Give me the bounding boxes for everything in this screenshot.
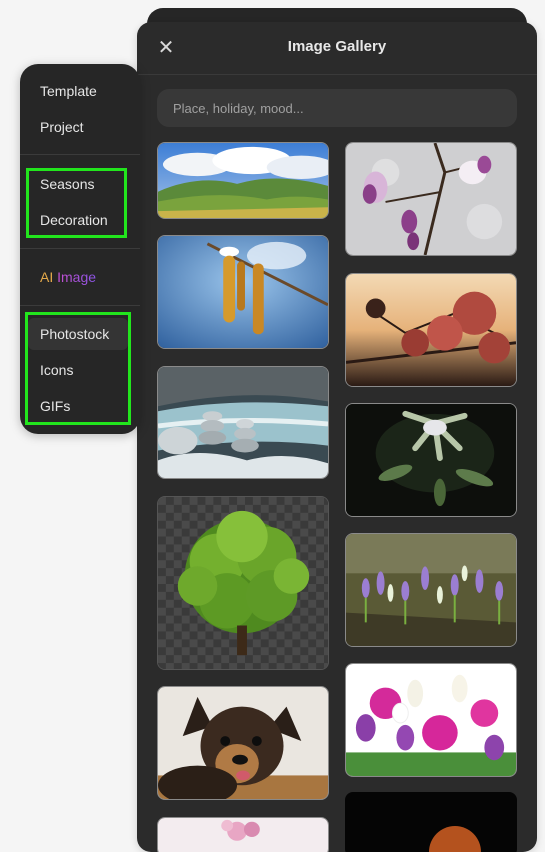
highlight-box-photostock-icons-gifs (25, 312, 131, 425)
thumbnail-tree-transparent[interactable] (157, 496, 329, 670)
thumbnail-rhododendron-dark[interactable] (345, 403, 517, 517)
menu-item-project[interactable]: Project (40, 119, 84, 135)
thumbnail-catkins-snow[interactable] (157, 235, 329, 349)
menu-divider (20, 305, 140, 306)
ai-label: AI (40, 269, 54, 285)
menu-item-ai-image[interactable]: AI Image (40, 269, 96, 285)
thumbnail-red-flowers-sunset[interactable] (345, 273, 517, 387)
thumbnail-rose-tulip-bouquet[interactable] (345, 663, 517, 777)
menu-divider (20, 248, 140, 249)
thumbnail-dog-portrait[interactable] (157, 686, 329, 800)
highlight-box-seasons-decoration (26, 168, 127, 238)
menu-item-template[interactable]: Template (40, 83, 97, 99)
thumbnail-moon-partial[interactable] (345, 792, 517, 852)
thumbnail-crocus-field[interactable] (345, 533, 517, 647)
thumbnail-stone-stacks-river[interactable] (157, 366, 329, 479)
thumbnail-pink-flowers-partial[interactable] (157, 817, 329, 852)
panel-header: ✕ Image Gallery (137, 22, 537, 75)
thumbnail-magnolia-blossoms[interactable] (345, 142, 517, 256)
menu-divider (20, 154, 140, 155)
panel-title: Image Gallery (287, 38, 387, 55)
thumbnail-mountain-landscape[interactable] (157, 142, 329, 219)
image-label: Image (57, 269, 97, 285)
image-gallery-panel: ✕ Image Gallery (137, 22, 537, 852)
search-input[interactable] (157, 89, 517, 127)
